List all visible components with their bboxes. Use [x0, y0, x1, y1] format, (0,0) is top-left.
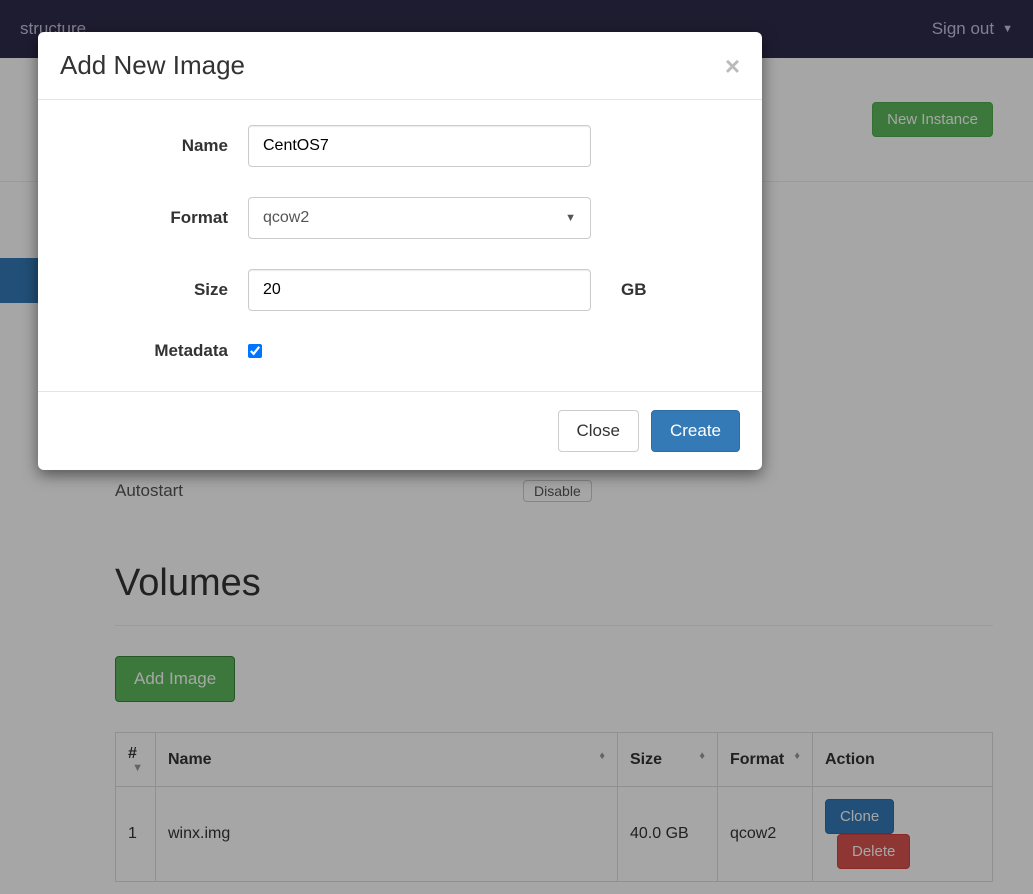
format-label: Format: [58, 208, 248, 228]
size-label: Size: [58, 280, 248, 300]
modal-title: Add New Image: [60, 50, 245, 81]
chevron-down-icon: ▼: [565, 212, 576, 224]
size-input[interactable]: [248, 269, 591, 311]
modal-body: Name Format qcow2 ▼ Size GB Metadata: [38, 100, 762, 391]
form-row-format: Format qcow2 ▼: [58, 197, 742, 239]
modal-header: Add New Image ×: [38, 32, 762, 100]
name-input[interactable]: [248, 125, 591, 167]
format-select[interactable]: qcow2 ▼: [248, 197, 591, 239]
form-row-name: Name: [58, 125, 742, 167]
format-selected-value: qcow2: [263, 209, 309, 227]
form-row-size: Size GB: [58, 269, 742, 311]
form-row-metadata: Metadata: [58, 341, 742, 361]
close-icon[interactable]: ×: [725, 53, 740, 79]
create-button[interactable]: Create: [651, 410, 740, 452]
metadata-checkbox[interactable]: [248, 344, 262, 358]
modal-footer: Close Create: [38, 391, 762, 470]
close-button[interactable]: Close: [558, 410, 639, 452]
add-image-modal: Add New Image × Name Format qcow2 ▼ Size…: [38, 32, 762, 470]
size-unit: GB: [621, 280, 647, 300]
name-label: Name: [58, 136, 248, 156]
metadata-label: Metadata: [58, 341, 248, 361]
